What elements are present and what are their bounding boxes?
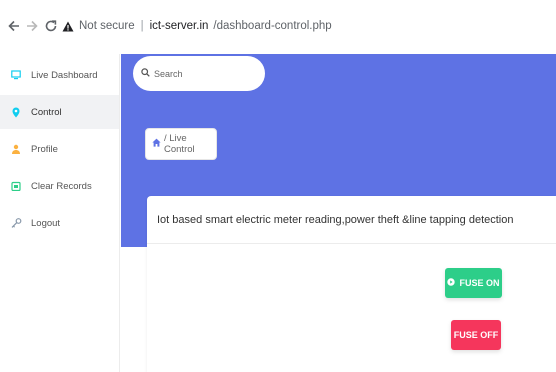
browser-toolbar: Not secure | ict-server.in/dashboard-con… [0,0,556,54]
user-icon [10,144,22,154]
back-arrow-icon[interactable] [6,18,22,34]
fuse-on-button[interactable]: FUSE ON [445,268,502,298]
sidebar-item-label: Profile [31,143,58,155]
not-secure-label: Not secure [79,20,135,32]
sidebar-item-live-dashboard[interactable]: Live Dashboard [0,58,119,92]
reload-icon[interactable] [43,18,59,34]
fuse-off-button[interactable]: FUSE OFF [451,320,501,350]
sidebar-item-control[interactable]: Control [0,95,119,129]
sidebar-item-label: Clear Records [31,180,92,192]
key-icon [10,218,22,228]
url-path: /dashboard-control.php [213,20,332,32]
forward-arrow-icon[interactable] [24,18,40,34]
warning-icon[interactable] [62,21,74,32]
calendar-icon [10,181,22,191]
fuse-off-label: FUSE OFF [453,330,499,340]
sidebar-item-clear-records[interactable]: Clear Records [0,169,119,203]
url-host: ict-server.in [149,20,209,32]
card-divider [147,243,556,244]
home-icon[interactable] [152,138,161,150]
address-separator: | [140,20,144,32]
fuse-on-label: FUSE ON [459,278,500,288]
sidebar: Live Dashboard Control Profile Clear Rec… [0,54,120,372]
sidebar-item-label: Logout [31,217,61,229]
breadcrumb: / Live Control [145,128,217,160]
map-pin-icon [10,107,22,118]
sidebar-item-logout[interactable]: Logout [0,206,119,240]
monitor-icon [10,70,22,80]
power-icon [447,278,456,288]
control-card: Iot based smart electric meter reading,p… [147,196,556,372]
breadcrumb-current: / Live Control [164,133,195,155]
card-title: Iot based smart electric meter reading,p… [157,214,514,226]
address-bar[interactable]: Not secure | ict-server.in/dashboard-con… [62,15,556,37]
search-input[interactable]: Search [133,56,265,91]
search-placeholder: Search [154,68,183,79]
sidebar-item-label: Control [31,106,62,118]
sidebar-item-label: Live Dashboard [31,69,98,81]
sidebar-item-profile[interactable]: Profile [0,132,119,166]
search-icon [141,68,150,79]
